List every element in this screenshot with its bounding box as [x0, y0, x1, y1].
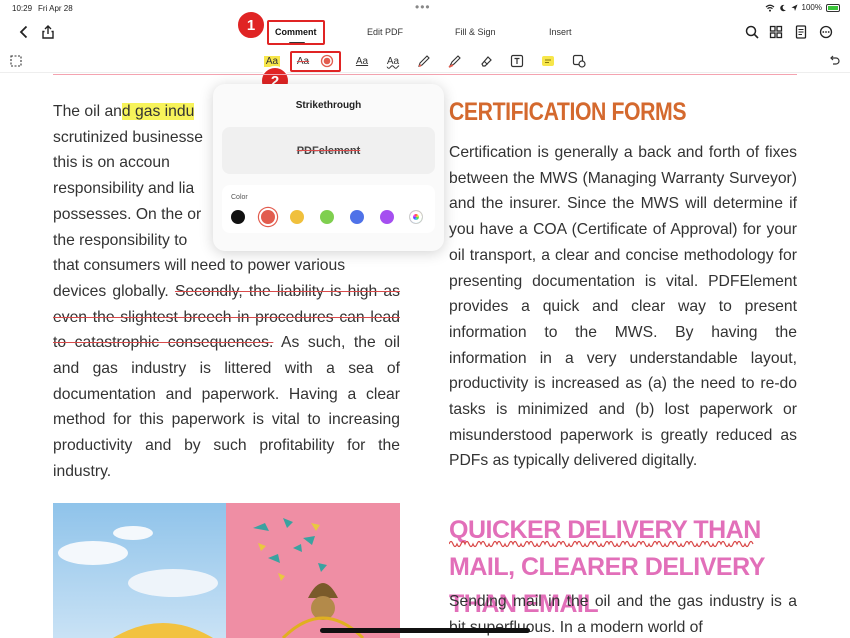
color-palette: Color	[222, 185, 435, 233]
eraser-icon[interactable]	[477, 52, 495, 70]
pen-icon[interactable]	[415, 52, 433, 70]
sticky-note-icon[interactable]	[539, 52, 557, 70]
strikethrough-popover: Strikethrough PDFelement Color	[213, 84, 444, 251]
callout-badge-1: 1	[236, 10, 266, 40]
status-right: 100%	[765, 3, 840, 12]
battery-percent: 100%	[801, 3, 822, 12]
color-swatch-purple[interactable]	[379, 210, 394, 224]
more-options-icon[interactable]	[816, 22, 836, 42]
status-bar: 10:29 Fri Apr 28 ••• 100%	[0, 0, 850, 18]
highlight-aa-label: Aa	[263, 55, 281, 67]
thumbnails-grid-icon[interactable]	[766, 22, 786, 42]
text-run: scrutinized businesse	[53, 128, 203, 146]
share-icon[interactable]	[38, 22, 58, 42]
status-date: Fri Apr 28	[38, 4, 73, 13]
underline-text-icon[interactable]: Aa	[353, 52, 371, 70]
right-column-text[interactable]: Certification is generally a back and fo…	[449, 140, 797, 474]
text-run: possesses. On the or	[53, 205, 202, 223]
text-run: this is on accoun	[53, 154, 170, 172]
battery-icon	[826, 3, 840, 12]
callout-strikethrough-box	[290, 51, 341, 72]
text-box-icon[interactable]	[508, 52, 526, 70]
color-swatch-blue[interactable]	[349, 210, 364, 224]
undo-icon[interactable]	[826, 52, 842, 70]
underline-aa-label: Aa	[355, 55, 369, 67]
text-run: devices globally.	[53, 282, 169, 300]
document-photo	[53, 503, 400, 638]
tab-fill-sign[interactable]: Fill & Sign	[455, 27, 496, 37]
tab-edit-pdf[interactable]: Edit PDF	[367, 27, 403, 37]
top-navigation: Comment Edit PDF Fill & Sign Insert	[0, 18, 850, 48]
moon-icon	[779, 4, 786, 11]
document-outline-icon[interactable]	[791, 22, 811, 42]
multitasking-dots-icon[interactable]: •••	[415, 0, 431, 14]
text-run: responsibility and lia	[53, 180, 195, 198]
marquee-select-icon[interactable]	[8, 52, 24, 70]
shape-icon[interactable]	[570, 52, 588, 70]
tab-insert[interactable]: Insert	[549, 27, 572, 37]
color-swatch-black[interactable]	[231, 210, 245, 224]
heading-certification-forms: CERTIFICATION FORMS	[449, 98, 687, 126]
callout-comment-box	[267, 20, 325, 45]
style-preview: PDFelement	[222, 127, 435, 174]
color-label: Color	[231, 194, 248, 201]
text-run: As such, the oil and gas industry is lit…	[53, 334, 400, 480]
home-indicator[interactable]	[320, 628, 530, 633]
squiggly-aa-label: Aa	[386, 55, 400, 67]
annotation-toolbar: Aa Aa Aa Aa	[0, 49, 850, 73]
squiggly-text-icon[interactable]: Aa	[384, 52, 402, 70]
search-icon[interactable]	[742, 22, 762, 42]
text-run: the responsibility to	[53, 231, 188, 249]
popover-title: Strikethrough	[295, 100, 362, 111]
page-top-rule	[53, 74, 797, 75]
wifi-icon	[765, 4, 774, 12]
highlighted-text[interactable]: d gas indu	[121, 103, 195, 120]
highlighter-pen-icon[interactable]	[446, 52, 464, 70]
status-time: 10:29	[12, 4, 33, 13]
location-icon	[791, 4, 798, 11]
text-run: The oil an	[53, 103, 122, 120]
preview-text: PDFelement	[296, 144, 361, 157]
color-swatch-custom[interactable]	[409, 210, 424, 224]
back-icon[interactable]	[14, 22, 34, 42]
color-swatch-red[interactable]	[260, 210, 275, 224]
text-run: that consumers will need to power variou…	[53, 257, 346, 275]
squiggly-underline	[449, 540, 754, 548]
color-swatch-green[interactable]	[320, 210, 335, 224]
color-swatch-yellow[interactable]	[290, 210, 305, 224]
